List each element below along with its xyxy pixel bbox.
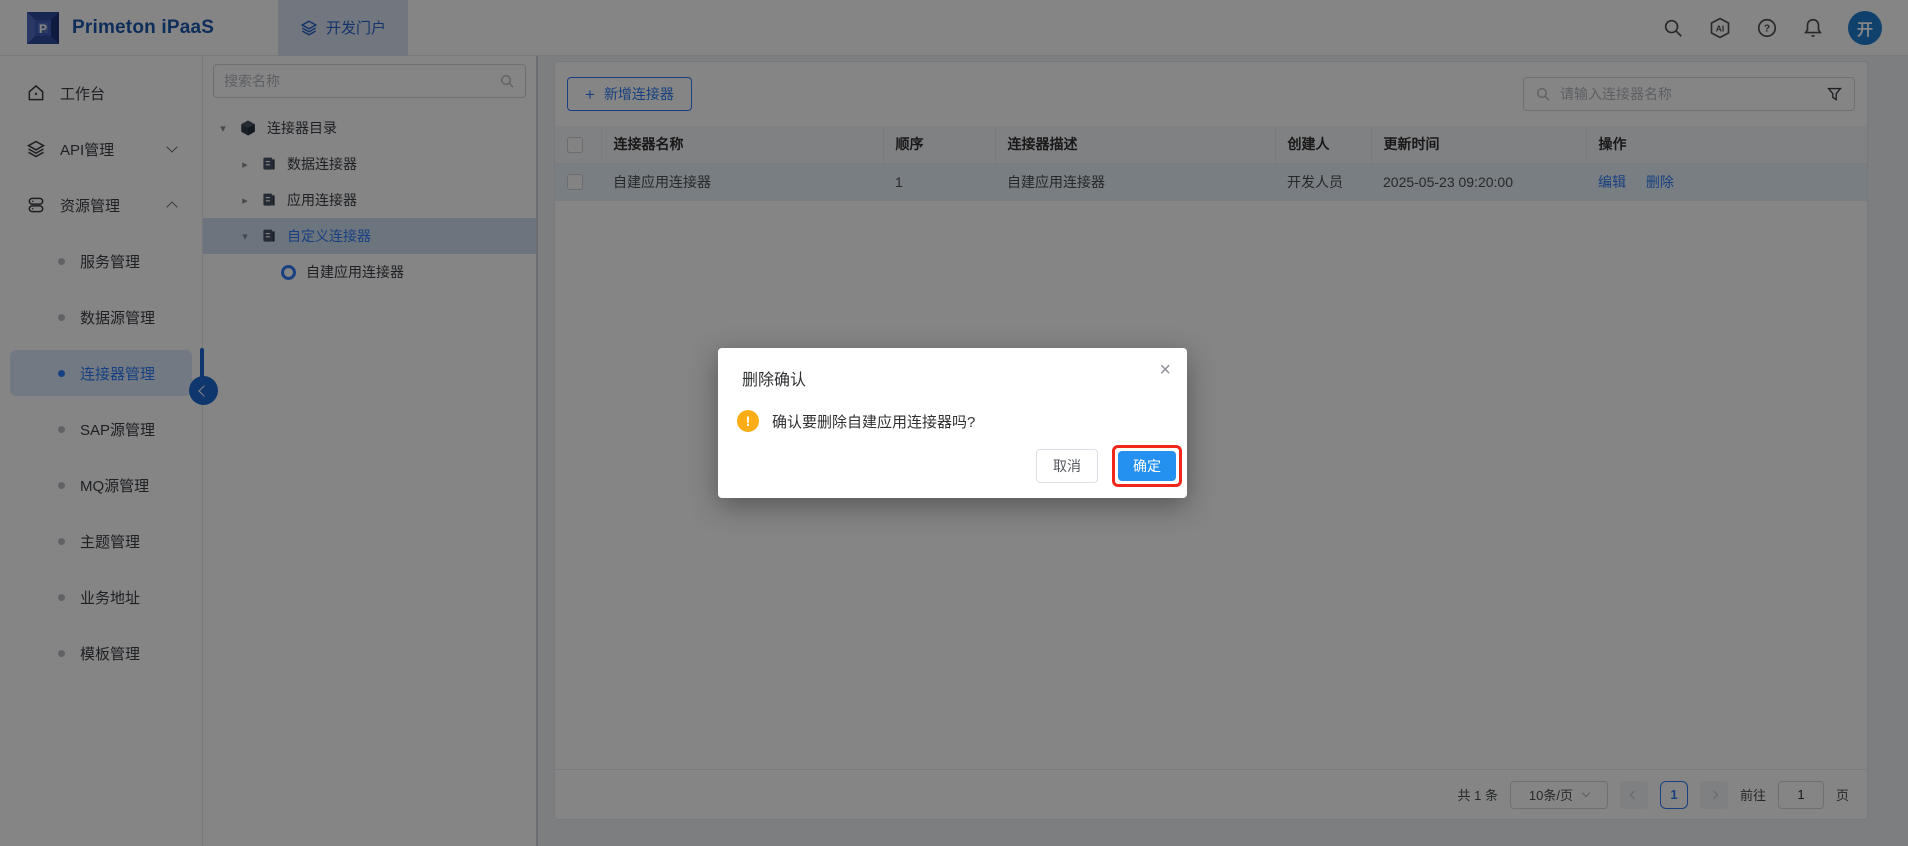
dialog-footer: 取消 确定: [1036, 445, 1182, 487]
dialog-body: ! 确认要删除自建应用连接器吗?: [718, 390, 1187, 432]
dialog-message: 确认要删除自建应用连接器吗?: [772, 411, 975, 432]
warning-icon: !: [737, 410, 759, 432]
close-icon[interactable]: ×: [1159, 360, 1171, 380]
cancel-button[interactable]: 取消: [1036, 449, 1098, 483]
click-annotation-box: 确定: [1112, 445, 1182, 487]
confirm-button[interactable]: 确定: [1118, 451, 1176, 481]
app-window: P Primeton iPaaS 开发门户 AI ?: [0, 0, 1908, 846]
delete-confirm-dialog: 删除确认 × ! 确认要删除自建应用连接器吗? 取消 确定: [718, 348, 1187, 498]
dialog-title: 删除确认: [718, 348, 1187, 390]
